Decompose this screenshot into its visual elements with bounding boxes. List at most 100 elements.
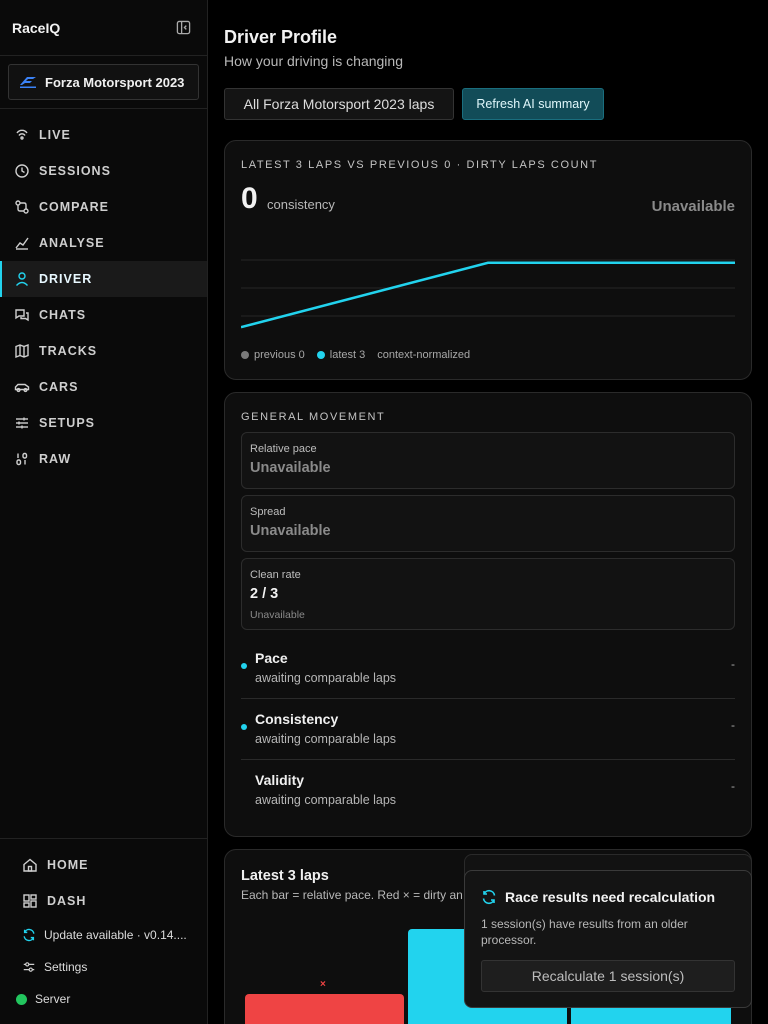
- consistency-status: Unavailable: [651, 198, 735, 215]
- legend-latest-label: latest 3: [329, 349, 366, 361]
- nav-item-dash[interactable]: DASH: [0, 883, 207, 919]
- lap-bar-dirty[interactable]: [245, 994, 404, 1024]
- update-available-link[interactable]: Update available · v0.14....: [0, 919, 207, 951]
- legend-previous-swatch: [241, 351, 249, 359]
- metric-row-pace: Pace awaiting comparable laps -: [241, 638, 735, 699]
- refresh-ai-summary-button[interactable]: Refresh AI summary: [462, 88, 604, 120]
- metric-indicator-dot: [241, 724, 247, 730]
- toast-title: Race results need recalculation: [505, 889, 716, 905]
- analyse-icon: [15, 237, 29, 250]
- update-label: Update available · v0.14....: [44, 928, 187, 942]
- nav-label-live: LIVE: [39, 128, 71, 142]
- lap-scope-button[interactable]: All Forza Motorsport 2023 laps: [224, 88, 454, 120]
- metric-subtitle: awaiting comparable laps: [255, 793, 397, 807]
- nav-item-cars[interactable]: CARS: [0, 369, 207, 405]
- forza-logo-icon: [20, 77, 36, 88]
- nav-label-analyse: ANALYSE: [39, 236, 105, 250]
- game-selector[interactable]: Forza Motorsport 2023: [8, 64, 199, 100]
- chat-icon: [15, 309, 29, 322]
- nav-item-tracks[interactable]: TRACKS: [0, 333, 207, 369]
- stat-value: Unavailable: [250, 460, 331, 476]
- consistency-trend-chart: [241, 259, 735, 329]
- nav-item-driver[interactable]: DRIVER: [0, 261, 207, 297]
- history-icon: [15, 164, 29, 178]
- stat-value: 2 / 3: [250, 586, 279, 602]
- sidebar-header: RaceIQ: [0, 0, 207, 56]
- recalculate-button[interactable]: Recalculate 1 session(s): [481, 960, 735, 992]
- settings-label: Settings: [44, 960, 88, 974]
- app-name: RaceIQ: [12, 19, 61, 36]
- map-icon: [15, 343, 29, 359]
- recalculation-toast: Race results need recalculation 1 sessio…: [464, 870, 752, 1008]
- refresh-icon: [23, 928, 35, 942]
- nav-label-sessions: SESSIONS: [39, 164, 111, 178]
- nav-item-sessions[interactable]: SESSIONS: [0, 153, 207, 189]
- legend-previous-label: previous 0: [254, 349, 305, 361]
- latest-laps-title: Latest 3 laps: [241, 868, 329, 884]
- toast-body: 1 session(s) have results from an older …: [481, 917, 688, 947]
- nav-item-chats[interactable]: CHATS: [0, 297, 207, 333]
- stat-note: Unavailable: [250, 609, 305, 621]
- legend-previous: previous 0: [241, 349, 305, 361]
- nav-label-chats: CHATS: [39, 308, 87, 322]
- general-movement-label: GENERAL MOVEMENT: [241, 411, 386, 423]
- legend-latest: latest 3: [316, 349, 366, 361]
- stat-label: Spread: [250, 506, 286, 518]
- metric-value: -: [731, 779, 735, 793]
- signal-icon: [16, 129, 28, 140]
- metric-subtitle: awaiting comparable laps: [255, 671, 397, 685]
- metric-title: Pace: [255, 650, 288, 666]
- metric-subtitle: awaiting comparable laps: [255, 732, 397, 746]
- nav-label-cars: CARS: [39, 380, 79, 394]
- stat-label: Relative pace: [250, 443, 317, 455]
- server-status[interactable]: Server: [0, 983, 207, 1015]
- binary-icon: [16, 452, 28, 466]
- nav-item-compare[interactable]: COMPARE: [0, 189, 207, 225]
- home-icon: [23, 858, 37, 872]
- nav-label-raw: RAW: [39, 452, 72, 466]
- settings-link[interactable]: Settings: [0, 951, 207, 983]
- nav-item-analyse[interactable]: ANALYSE: [0, 225, 207, 261]
- consistency-card-label: LATEST 3 LAPS VS PREVIOUS 0 · DIRTY LAPS…: [241, 159, 599, 171]
- game-selector-wrap: Forza Motorsport 2023: [0, 56, 207, 109]
- sidebar-footer: HOME DASH Update available · v0.14.... S…: [0, 838, 207, 1024]
- stat-value: Unavailable: [250, 523, 331, 539]
- page-subtitle: How your driving is changing: [224, 53, 403, 69]
- consistency-unit: consistency: [267, 197, 335, 212]
- nav-label-setups: SETUPS: [39, 416, 96, 430]
- game-selector-label: Forza Motorsport 2023: [45, 74, 185, 90]
- server-status-dot: [16, 993, 27, 1005]
- consistency-value: 0: [241, 182, 258, 215]
- nav-label-compare: COMPARE: [39, 200, 109, 214]
- nav-item-setups[interactable]: SETUPS: [0, 405, 207, 441]
- metric-row-validity: Validity awaiting comparable laps -: [241, 760, 735, 821]
- latest-laps-subtitle: Each bar = relative pace. Red × = dirty …: [241, 888, 463, 902]
- nav-item-live[interactable]: LIVE: [0, 117, 207, 153]
- page-title: Driver Profile: [224, 27, 338, 47]
- main-nav: LIVE SESSIONS COMPARE ANALYSE DRIVER CHA…: [0, 109, 207, 477]
- consistency-card: LATEST 3 LAPS VS PREVIOUS 0 · DIRTY LAPS…: [224, 140, 752, 380]
- stat-label: Clean rate: [250, 569, 301, 581]
- metric-value: -: [731, 657, 735, 671]
- series-line-latest: [241, 261, 735, 329]
- dashboard-icon: [23, 894, 37, 908]
- legend-latest-swatch: [316, 351, 325, 359]
- legend-note: context-normalized: [377, 349, 471, 361]
- sidebar-collapse-icon[interactable]: [173, 18, 193, 38]
- user-icon: [15, 272, 29, 286]
- refresh-icon: [482, 889, 496, 905]
- car-icon: [14, 383, 30, 393]
- metric-title: Consistency: [255, 711, 339, 727]
- clean-rate-stat: Clean rate 2 / 3 Unavailable: [241, 558, 735, 630]
- nav-item-home[interactable]: HOME: [0, 847, 207, 883]
- metric-title: Validity: [255, 772, 305, 788]
- sliders-icon: [16, 417, 28, 429]
- settings-sliders-icon: [23, 962, 35, 972]
- server-label: Server: [35, 992, 71, 1006]
- nav-label-driver: DRIVER: [39, 272, 93, 286]
- metric-indicator-dot: [241, 663, 247, 669]
- nav-item-raw[interactable]: RAW: [0, 441, 207, 477]
- dirty-lap-marker: ×: [320, 979, 326, 990]
- sidebar: RaceIQ Forza Motorsport 2023 LIVE SESSIO…: [0, 0, 208, 1024]
- toast-header: Race results need recalculation: [481, 889, 715, 905]
